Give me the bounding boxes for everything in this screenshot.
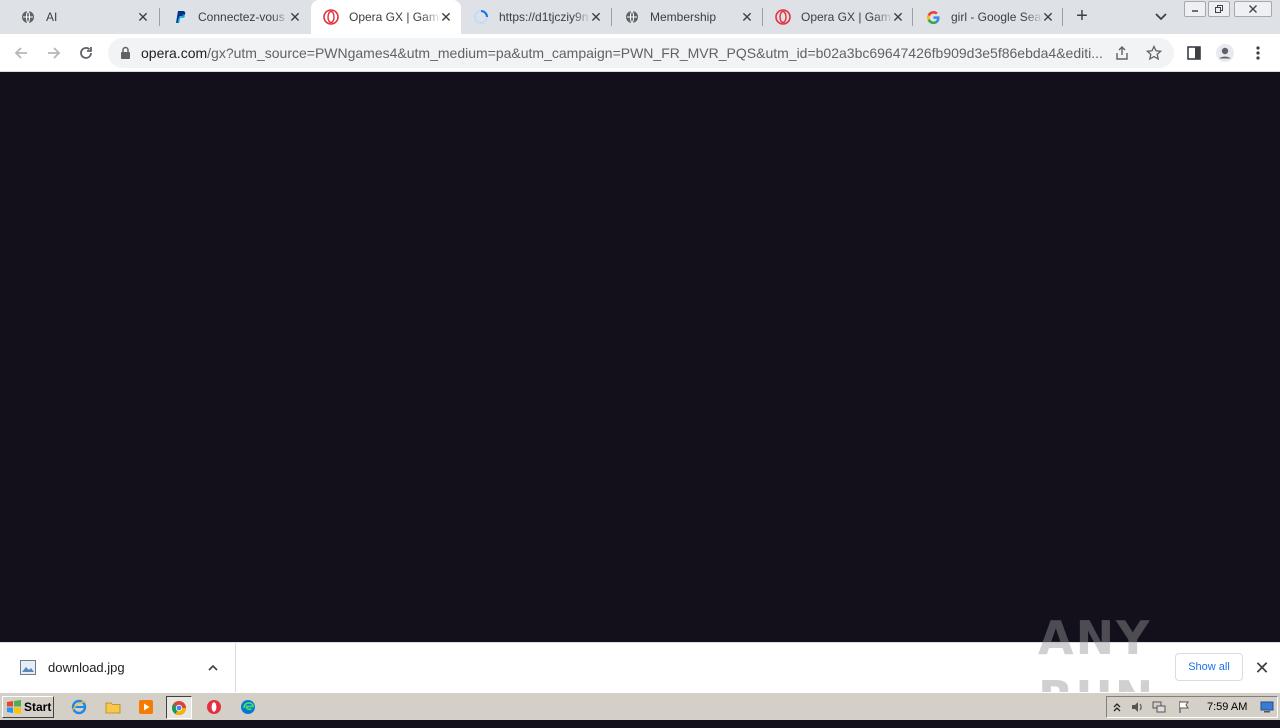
- tab-close-button[interactable]: ✕: [136, 10, 150, 24]
- start-label: Start: [24, 700, 52, 714]
- tab-close-button[interactable]: ✕: [589, 10, 603, 24]
- loading-spinner-icon: [473, 9, 489, 25]
- tab-close-button[interactable]: ✕: [288, 10, 302, 24]
- tab-loading-url[interactable]: https://d1tjcziy9n ✕: [461, 0, 611, 34]
- minimize-button[interactable]: [1184, 1, 1206, 17]
- reload-button[interactable]: [75, 42, 97, 64]
- share-button[interactable]: [1111, 42, 1133, 64]
- system-tray: 7:59 AM: [1106, 696, 1278, 718]
- side-panel-button[interactable]: [1183, 42, 1205, 64]
- image-file-icon: [20, 660, 36, 675]
- tab-separator: [1062, 8, 1063, 26]
- tab-title: Membership: [650, 10, 717, 24]
- opera-icon: [323, 9, 339, 25]
- kebab-menu-icon: [1256, 46, 1260, 60]
- chrome-icon: [172, 700, 186, 715]
- reload-icon: [80, 47, 92, 59]
- lock-icon: [120, 46, 131, 65]
- menu-button[interactable]: [1247, 42, 1269, 64]
- back-button[interactable]: [10, 42, 32, 64]
- download-item[interactable]: download.jpg: [0, 643, 236, 693]
- share-icon: [1116, 46, 1128, 60]
- chevron-up-icon: [208, 664, 218, 671]
- minimize-icon: [1192, 10, 1198, 12]
- start-button[interactable]: Start: [2, 696, 54, 718]
- browser-toolbar: opera.com/gx?utm_source=PWNgames4&utm_me…: [0, 34, 1280, 72]
- tab-title: https://d1tjcziy9n: [499, 10, 589, 24]
- download-file-name: download.jpg: [48, 660, 125, 675]
- restore-button[interactable]: [1208, 1, 1230, 17]
- paypal-icon: [172, 9, 188, 25]
- media-player-icon: [139, 700, 153, 714]
- internet-explorer-launcher[interactable]: [70, 698, 88, 716]
- chevron-up-icon: [1113, 703, 1121, 712]
- url-path: /gx?utm_source=PWNgames4&utm_medium=pa&u…: [207, 45, 1103, 61]
- profile-button[interactable]: [1214, 42, 1236, 64]
- tab-title: girl - Google Search: [951, 10, 1043, 24]
- tab-close-button[interactable]: ✕: [439, 10, 453, 24]
- new-tab-button[interactable]: +: [1072, 6, 1092, 27]
- window-close-button[interactable]: [1234, 1, 1272, 17]
- arrow-right-icon: [48, 47, 61, 59]
- internet-explorer-icon: [71, 699, 87, 715]
- globe-icon: [20, 9, 36, 25]
- star-icon: [1146, 45, 1162, 61]
- address-bar[interactable]: opera.com/gx?utm_source=PWNgames4&utm_me…: [108, 38, 1174, 68]
- tab-title: Opera GX | Gaming: [349, 10, 441, 24]
- tab-title: Connectez-vous à: [198, 10, 290, 24]
- windows-logo-icon: [7, 700, 21, 714]
- media-player-launcher[interactable]: [137, 698, 155, 716]
- globe-icon: [624, 9, 640, 25]
- bookmark-button[interactable]: [1143, 42, 1165, 64]
- clock[interactable]: 7:59 AM: [1207, 701, 1247, 713]
- show-all-downloads-button[interactable]: Show all: [1175, 653, 1243, 681]
- tab-title: Opera GX | Gaming: [801, 10, 893, 24]
- tab-google-search[interactable]: girl - Google Search ✕: [913, 0, 1063, 34]
- forward-button[interactable]: [43, 42, 65, 64]
- close-downloads-bar-button[interactable]: ✕: [1253, 659, 1271, 677]
- tab-strip: AI ✕ Connectez-vous à ✕ Opera GX | Gamin…: [0, 0, 1280, 34]
- tab-close-button[interactable]: ✕: [891, 10, 905, 24]
- downloads-bar: download.jpg Show all ✕: [0, 642, 1280, 693]
- taskbar: Start 7:59 AM: [0, 692, 1280, 720]
- tab-opera-gx-active[interactable]: Opera GX | Gaming ✕: [311, 0, 461, 34]
- opera-icon: [775, 9, 791, 25]
- show-desktop-icon[interactable]: [1260, 700, 1274, 714]
- opera-launcher[interactable]: [205, 698, 223, 716]
- page-content[interactable]: [0, 72, 1280, 642]
- side-panel-icon: [1187, 46, 1201, 60]
- opera-icon: [207, 700, 221, 714]
- address-url[interactable]: opera.com/gx?utm_source=PWNgames4&utm_me…: [141, 45, 1103, 61]
- volume-icon[interactable]: [1130, 700, 1144, 714]
- folder-icon: [105, 702, 121, 714]
- tab-ai[interactable]: AI ✕: [8, 0, 158, 34]
- action-center-flag-icon[interactable]: [1177, 700, 1191, 714]
- close-icon: [1249, 5, 1257, 13]
- download-options-button[interactable]: [204, 659, 222, 677]
- tab-search-button[interactable]: [1152, 9, 1170, 25]
- tab-membership[interactable]: Membership ✕: [612, 0, 762, 34]
- tab-opera-gx[interactable]: Opera GX | Gaming ✕: [763, 0, 913, 34]
- tab-close-button[interactable]: ✕: [1041, 10, 1055, 24]
- tab-close-button[interactable]: ✕: [740, 10, 754, 24]
- restore-icon: [1215, 5, 1223, 13]
- chrome-launcher[interactable]: [166, 696, 192, 719]
- edge-launcher[interactable]: [239, 698, 257, 716]
- file-explorer-launcher[interactable]: [104, 698, 122, 716]
- arrow-left-icon: [14, 47, 27, 59]
- network-icon[interactable]: [1152, 700, 1166, 714]
- chevron-down-icon: [1155, 13, 1167, 21]
- show-hidden-icons-button[interactable]: [1110, 700, 1124, 714]
- tab-title: AI: [46, 10, 58, 24]
- google-icon: [925, 9, 941, 25]
- tab-paypal[interactable]: Connectez-vous à ✕: [160, 0, 310, 34]
- edge-icon: [241, 700, 255, 714]
- avatar-icon: [1216, 44, 1234, 62]
- url-host: opera.com: [141, 45, 208, 61]
